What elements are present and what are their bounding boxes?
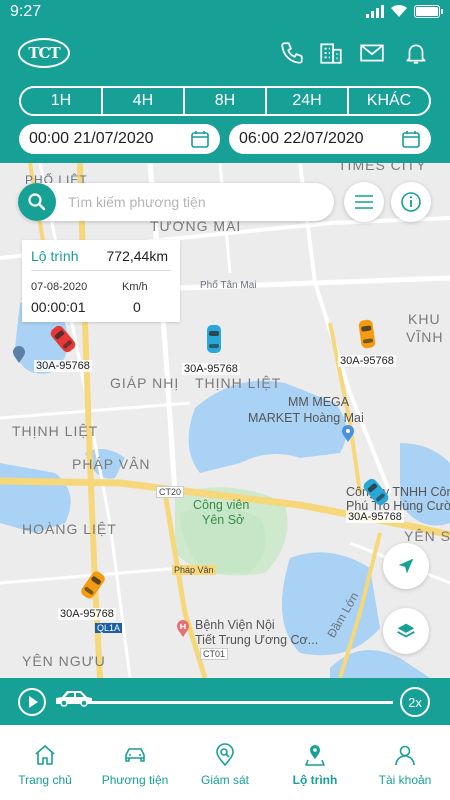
- map-label-phap-van-road: Pháp Vân: [172, 565, 216, 575]
- map-label-giap-nhi: GIÁP NHỊ: [110, 375, 180, 391]
- building-icon[interactable]: [318, 40, 344, 66]
- date-to-field[interactable]: 06:00 22/07/2020: [229, 124, 431, 154]
- poi-company-1: Công ty TNHH Công: [346, 485, 450, 499]
- map-label-hoang-liet: HOÀNG LIỆT: [22, 521, 117, 537]
- date-from-field[interactable]: 00:00 21/07/2020: [19, 124, 220, 154]
- layers-icon: [397, 623, 415, 638]
- playback-progress[interactable]: [56, 701, 393, 704]
- vehicle-marker[interactable]: [207, 325, 221, 353]
- vehicle-plate: 30A-95768: [34, 360, 92, 372]
- map-layers-button[interactable]: [383, 608, 429, 654]
- range-4h[interactable]: 4H: [103, 88, 185, 114]
- hospital-marker-icon: [177, 620, 189, 637]
- vehicle-plate: 30A-95768: [346, 511, 404, 523]
- date-to-value: 06:00 22/07/2020: [239, 130, 364, 147]
- locate-button[interactable]: [383, 543, 429, 589]
- search-input[interactable]: Tìm kiếm phương tiện: [68, 194, 206, 210]
- phone-icon[interactable]: [279, 40, 305, 66]
- nav-label: Giám sát: [200, 773, 249, 787]
- nav-label: Lộ trình: [292, 773, 338, 787]
- map-label-times-city: TIMES CITY: [338, 163, 427, 173]
- map-label-vinh: VĨNH: [406, 329, 444, 345]
- road-sign-ct20: CT20: [156, 486, 185, 498]
- nav-label: Trang chủ: [18, 773, 72, 787]
- route-speed: 0: [133, 299, 141, 315]
- info-icon: [401, 192, 421, 212]
- map-label-yen-so: YÊN SỞ: [404, 528, 450, 544]
- card-divider: [31, 270, 171, 271]
- status-bar: 9:27: [0, 0, 450, 24]
- nav-item-home[interactable]: Trang chủ: [0, 725, 90, 800]
- playback-speed-button[interactable]: 2x: [400, 687, 430, 717]
- playback-bar: 2x: [0, 678, 450, 725]
- poi-hospital-1: Bệnh Viện Nội: [195, 618, 275, 632]
- route-info-card: Lộ trình 772,44km 07-08-2020 Km/h 00:00:…: [22, 240, 180, 322]
- map-label-yen-nguu: YÊN NGƯU: [22, 653, 106, 669]
- user-icon: [395, 745, 415, 766]
- map-label-thinh-liet-2: THỊNH LIỆT: [12, 423, 99, 439]
- home-icon: [35, 745, 55, 765]
- list-icon: [355, 195, 373, 209]
- car-progress-icon[interactable]: [54, 688, 94, 708]
- nav-label: Tài khoản: [378, 773, 432, 787]
- menu-list-button[interactable]: [344, 182, 384, 222]
- battery-icon: [414, 4, 443, 18]
- range-1h[interactable]: 1H: [21, 88, 103, 114]
- poi-hospital-2: Tiết Trung Ương Cơ...: [195, 633, 319, 647]
- route-icon: [305, 745, 325, 766]
- navigation-arrow-icon: [398, 558, 414, 574]
- date-from-value: 00:00 21/07/2020: [29, 130, 154, 147]
- poi-park-1: Công viên: [193, 498, 250, 512]
- nav-label: Phương tiện: [101, 773, 169, 787]
- mail-icon[interactable]: [359, 40, 385, 66]
- car-icon: [125, 748, 145, 762]
- bottom-navigation: Trang chủ Phương tiện Giám sát Lộ trình …: [0, 725, 450, 800]
- shop-marker-icon: [342, 425, 354, 442]
- company-logo: TCT: [18, 38, 70, 68]
- map-label-phap-van: PHÁP VÂN: [72, 456, 151, 472]
- poi-park-2: Yên Sở: [202, 513, 245, 527]
- status-icons: [366, 4, 443, 18]
- nav-item-account[interactable]: Tài khoản: [360, 725, 450, 800]
- vehicle-plate: 30A-95768: [58, 608, 116, 620]
- map-label-tan-mai: Phố Tân Mai: [200, 280, 257, 291]
- vehicle-plate: 30A-95768: [182, 363, 240, 375]
- status-time: 9:27: [10, 3, 42, 20]
- route-label: Lộ trình: [31, 248, 79, 264]
- speed-unit: Km/h: [122, 281, 148, 293]
- time-range-selector: 1H 4H 8H 24H KHÁC: [19, 86, 431, 116]
- search-button[interactable]: [18, 183, 56, 221]
- nav-item-vehicles[interactable]: Phương tiện: [90, 725, 180, 800]
- map-search-icon: [216, 743, 234, 767]
- poi-mm-mega: MM MEGA: [288, 395, 350, 409]
- range-other[interactable]: KHÁC: [349, 88, 429, 114]
- road-sign-ct01: CT01: [200, 648, 229, 660]
- range-24h[interactable]: 24H: [267, 88, 349, 114]
- route-duration: 00:00:01: [31, 299, 86, 315]
- map-label-khu: KHU: [408, 311, 441, 327]
- app-header: 9:27 TCT 1H 4H 8H 24H KHÁC 00:00 21/07/2…: [0, 0, 450, 163]
- signal-icon: [366, 4, 384, 18]
- road-sign-ql1a: QL1A: [95, 623, 123, 633]
- poi-market: MARKET Hoàng Mai: [248, 411, 364, 425]
- wifi-icon: [391, 4, 407, 17]
- vehicle-search-bar[interactable]: Tìm kiếm phương tiện: [18, 183, 334, 221]
- search-icon: [28, 193, 46, 211]
- play-button-icon[interactable]: [17, 687, 47, 717]
- place-marker-icon: [13, 346, 25, 363]
- bell-icon[interactable]: [403, 40, 429, 66]
- calendar-icon[interactable]: [190, 129, 210, 149]
- nav-item-monitoring[interactable]: Giám sát: [180, 725, 270, 800]
- range-8h[interactable]: 8H: [185, 88, 267, 114]
- calendar-icon[interactable]: [401, 129, 421, 149]
- vehicle-plate: 30A-95768: [338, 355, 396, 367]
- route-date: 07-08-2020: [31, 281, 88, 293]
- route-distance: 772,44km: [106, 248, 168, 264]
- map-label-thinh-liet-1: THỊNH LIỆT: [195, 375, 282, 391]
- nav-item-route[interactable]: Lộ trình: [270, 725, 360, 800]
- info-button[interactable]: [391, 182, 431, 222]
